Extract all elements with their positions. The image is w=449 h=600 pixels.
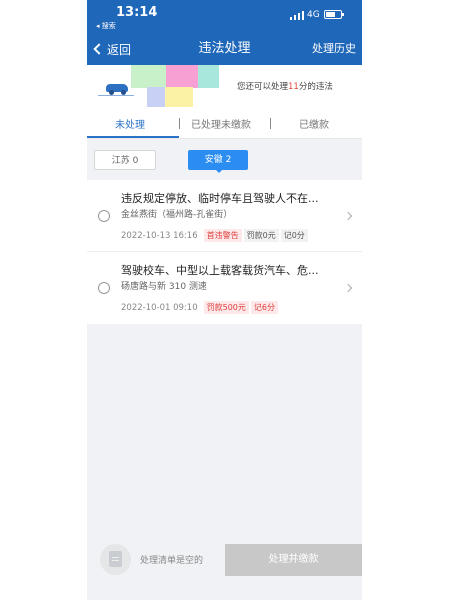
select-radio[interactable]: [98, 210, 110, 222]
violation-location: 金丝燕街（福州路-孔雀街）: [121, 210, 233, 220]
phone-screen: 13:14 ◂ 搜索 4G 返回 违法处理 处理历史 您还可以处理11分的违法 …: [87, 0, 362, 600]
battery-icon: [324, 10, 344, 19]
select-radio[interactable]: [98, 282, 110, 294]
tab-processed-unpaid[interactable]: 已处理未缴款: [191, 116, 251, 131]
back-to-app-link[interactable]: ◂ 搜索: [96, 21, 116, 31]
warning-badge: 首违警告: [203, 229, 242, 242]
redacted-area: [131, 65, 167, 88]
redacted-area: [198, 65, 219, 88]
violation-meta: 2022-10-01 09:10 罚款500元 记6分: [121, 301, 280, 314]
cart-icon[interactable]: [100, 544, 131, 575]
list-item[interactable]: 违反规定停放、临时停车且驾驶人不在... 金丝燕街（福州路-孔雀街） 2022-…: [87, 180, 362, 252]
redacted-area: [147, 87, 165, 107]
car-icon: [98, 80, 134, 98]
tab-divider: [270, 118, 271, 129]
chevron-right-icon: [343, 283, 353, 293]
process-and-pay-button[interactable]: 处理并缴款: [225, 544, 362, 576]
fine-badge-text: 罚款500元: [206, 303, 246, 312]
list-item[interactable]: 驾驶校车、中型以上载客载货汽车、危... 砀唐路与新 310 测速 2022-1…: [87, 252, 362, 324]
region-chip-label: 安徽 2: [204, 155, 232, 165]
region-chip-jiangsu[interactable]: 江苏 0: [94, 150, 156, 170]
info-text-after: 分的违法: [298, 82, 333, 92]
redacted-area: [166, 65, 198, 88]
points-badge: 记6分: [250, 301, 278, 314]
info-banner: 您还可以处理11分的违法: [87, 65, 362, 110]
tab-divider: [179, 118, 180, 129]
remaining-points: 11: [288, 82, 299, 92]
info-text-before: 您还可以处理: [237, 82, 289, 92]
active-tab-indicator: [87, 136, 179, 138]
tab-paid[interactable]: 已缴款: [299, 116, 329, 131]
top-bar: 13:14 ◂ 搜索 4G 返回 违法处理 处理历史: [87, 0, 362, 65]
cart-empty-text: 处理清单是空的: [140, 556, 204, 566]
document-icon: [109, 551, 122, 567]
violation-list: 违反规定停放、临时停车且驾驶人不在... 金丝燕街（福州路-孔雀街） 2022-…: [87, 180, 362, 324]
violation-title: 驾驶校车、中型以上载客载货汽车、危...: [121, 264, 319, 277]
status-time: 13:14: [116, 5, 158, 20]
history-button[interactable]: 处理历史: [312, 41, 356, 57]
redacted-area: [165, 87, 193, 107]
remaining-points-text: 您还可以处理11分的违法: [237, 80, 333, 92]
fine-badge: 罚款0元: [243, 229, 279, 242]
status-tabs: 未处理 已处理未缴款 已缴款: [87, 110, 362, 139]
violation-datetime: 2022-10-01 09:10: [121, 302, 198, 313]
fine-badge: 罚款500元: [203, 301, 249, 314]
tab-unprocessed[interactable]: 未处理: [115, 116, 145, 131]
chevron-right-icon: [343, 211, 353, 221]
network-type: 4G: [307, 10, 320, 20]
chip-pointer-icon: [215, 169, 223, 173]
signal-icon: [290, 11, 304, 20]
bottom-bar: 处理清单是空的 处理并缴款: [87, 540, 362, 580]
region-chip-anhui[interactable]: 安徽 2: [188, 150, 248, 173]
region-chip-label: 江苏 0: [111, 156, 139, 166]
points-badge-text: 记6分: [253, 303, 275, 312]
violation-meta: 2022-10-13 16:16 首违警告 罚款0元 记0分: [121, 229, 310, 242]
points-badge: 记0分: [280, 229, 308, 242]
violation-location: 砀唐路与新 310 测速: [121, 282, 207, 292]
violation-title: 违反规定停放、临时停车且驾驶人不在...: [121, 192, 319, 205]
violation-datetime: 2022-10-13 16:16: [121, 230, 198, 241]
